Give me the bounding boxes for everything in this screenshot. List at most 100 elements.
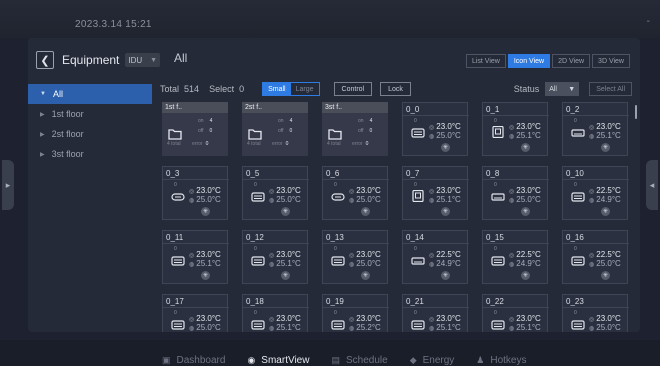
device-card[interactable]: 0_3 0 ◎ 23.0°C ◍ 25.0°C ✳ xyxy=(162,166,229,220)
device-name: 0_18 xyxy=(246,297,264,306)
device-card[interactable]: 0_16 0 ◎ 22.5°C ◍ 25.0°C ✳ xyxy=(562,230,629,284)
select-all-button[interactable]: Select All xyxy=(589,82,632,96)
nav-label: Dashboard xyxy=(176,354,226,366)
device-card[interactable]: 0_0 0 ◎ 23.0°C ◍ 25.0°C ✳ xyxy=(402,102,469,156)
schedule-icon: ▤ xyxy=(331,354,340,365)
room-temperature: ◍ 25.0°C xyxy=(509,195,541,204)
set-temperature: ◎ 23.0°C xyxy=(349,250,381,259)
room-temperature: ◍ 25.0°C xyxy=(589,259,621,268)
lock-button[interactable]: Lock xyxy=(380,82,411,96)
equipment-type-select[interactable]: IDU ▼ xyxy=(125,53,161,67)
device-name: 0_3 xyxy=(166,169,180,178)
status-select[interactable]: All ▼ xyxy=(545,82,580,96)
device-card[interactable]: 0_190◎23.0°C◍25.2°C✳ xyxy=(322,294,389,332)
room-temperature-value: 25.2°C xyxy=(356,323,381,332)
tree-item-3st-floor[interactable]: ▶ 3st floor xyxy=(28,144,152,164)
room-temperature-value: 25.1°C xyxy=(436,323,461,332)
device-card[interactable]: 0_8 0 ◎ 23.0°C ◍ 25.0°C ✳ xyxy=(482,166,549,220)
size-large-button[interactable]: Large xyxy=(291,83,319,95)
device-card[interactable]: 0_180◎23.0°C◍25.1°C✳ xyxy=(242,294,309,332)
room-temperature-value: 25.1°C xyxy=(516,323,541,332)
nav-energy[interactable]: ◆ Energy xyxy=(410,355,455,366)
card-divider xyxy=(163,307,229,308)
group-card[interactable]: 1st f.. on 4 off 0 4 total error 0 xyxy=(162,102,228,156)
nav-label: SmartView xyxy=(261,354,310,366)
device-name: 0_5 xyxy=(246,169,260,178)
ac-unit-icon xyxy=(331,253,345,266)
left-drawer-handle[interactable]: ▸ xyxy=(2,160,14,210)
room-temperature-value: 25.0°C xyxy=(596,259,621,268)
device-name: 0_8 xyxy=(486,169,500,178)
chevron-right-icon: ▸ xyxy=(5,179,11,190)
device-card[interactable]: 0_170◎23.0°C◍25.0°C✳ xyxy=(162,294,229,332)
device-card[interactable]: 0_11 0 ◎ 23.0°C ◍ 25.1°C ✳ xyxy=(162,230,229,284)
group-on-value: 4 xyxy=(369,118,373,124)
card-divider xyxy=(323,243,389,244)
set-temperature: ◎ 23.0°C xyxy=(509,122,541,131)
tree-item-label: 1st floor xyxy=(51,109,84,119)
device-card[interactable]: 0_12 0 ◎ 23.0°C ◍ 25.1°C ✳ xyxy=(242,230,309,284)
room-temp-icon: ◍ xyxy=(189,262,195,268)
device-card[interactable]: 0_10 0 ◎ 22.5°C ◍ 24.9°C ✳ xyxy=(562,166,629,220)
device-card[interactable]: 0_15 0 ◎ 22.5°C ◍ 24.9°C ✳ xyxy=(482,230,549,284)
set-temperature: ◎ 23.0°C xyxy=(269,250,301,259)
device-card[interactable]: 0_6 0 ◎ 23.0°C ◍ 25.0°C ✳ xyxy=(322,166,389,220)
set-temperature: ◎ 23.0°C xyxy=(589,122,621,131)
nav-label: Energy xyxy=(422,354,455,366)
room-temp-icon: ◍ xyxy=(429,262,435,268)
window-minimize[interactable]: - xyxy=(647,16,650,27)
ac-unit-icon xyxy=(411,125,425,138)
status-filter: Status All ▼ Select All xyxy=(514,82,632,96)
set-temperature-value: 23.0°C xyxy=(356,186,381,195)
panel-header: ❮ Equipment IDU ▼ xyxy=(36,50,161,70)
tree-item-all[interactable]: ▼ All xyxy=(28,84,152,104)
grid-scrollbar[interactable] xyxy=(635,105,637,119)
tab-2d-view[interactable]: 2D View xyxy=(552,54,591,68)
select-value: 0 xyxy=(239,84,245,94)
room-temperature-value: 25.0°C xyxy=(516,195,541,204)
device-card[interactable]: 0_7 0 ◎ 23.0°C ◍ 25.1°C ✳ xyxy=(402,166,469,220)
room-temperature: ◍ 25.1°C xyxy=(589,131,621,140)
right-drawer-handle[interactable]: ◂ xyxy=(646,160,658,210)
tab-icon-view[interactable]: Icon View xyxy=(507,54,551,68)
device-card[interactable]: 0_14 0 ◎ 22.5°C ◍ 24.9°C ✳ xyxy=(402,230,469,284)
group-error-count: error 0 xyxy=(352,141,368,147)
device-card[interactable]: 0_210◎23.0°C◍25.1°C✳ xyxy=(402,294,469,332)
card-divider xyxy=(483,115,549,116)
tab-list-view[interactable]: List View xyxy=(465,54,506,68)
room-temperature: ◍ 25.0°C xyxy=(429,131,461,140)
group-card[interactable]: 3st f.. on 4 off 0 4 total error 0 xyxy=(322,102,388,156)
room-temp-icon: ◍ xyxy=(349,262,355,268)
device-card[interactable]: 0_13 0 ◎ 23.0°C ◍ 25.0°C ✳ xyxy=(322,230,389,284)
card-divider xyxy=(483,179,549,180)
set-temperature: ◎ 22.5°C xyxy=(589,250,621,259)
tree-item-1st-floor[interactable]: ▶ 1st floor xyxy=(28,104,152,124)
size-small-button[interactable]: Small xyxy=(263,83,291,95)
energy-icon: ◆ xyxy=(409,354,417,365)
device-icon-caption: 0 xyxy=(414,246,417,252)
device-card[interactable]: 0_230◎23.0°C◍25.0°C✳ xyxy=(562,294,629,332)
tree-item-2st-floor[interactable]: ▶ 2st floor xyxy=(28,124,152,144)
control-button[interactable]: Control xyxy=(333,82,373,96)
device-card[interactable]: 0_5 0 ◎ 23.0°C ◍ 25.0°C ✳ xyxy=(242,166,309,220)
nav-label: Hotkeys xyxy=(490,354,527,366)
room-temperature-value: 25.0°C xyxy=(596,323,621,332)
fan-mode-icon: ✳ xyxy=(521,207,530,216)
device-card[interactable]: 0_2 0 ◎ 23.0°C ◍ 25.1°C ✳ xyxy=(562,102,629,156)
group-card[interactable]: 2st f.. on 4 off 0 4 total error 0 xyxy=(242,102,308,156)
device-card[interactable]: 0_220◎23.0°C◍25.1°C✳ xyxy=(482,294,549,332)
set-temperature: ◎ 23.0°C xyxy=(269,186,301,195)
room-temperature: ◍ 25.0°C xyxy=(189,323,221,332)
device-name: 0_6 xyxy=(326,169,340,178)
tab-3d-view[interactable]: 3D View xyxy=(592,54,630,68)
set-temperature: ◎ 23.0°C xyxy=(429,186,461,195)
nav-hotkeys[interactable]: ♟ Hotkeys xyxy=(476,355,526,366)
group-off-value: 0 xyxy=(209,128,213,134)
nav-dashboard[interactable]: ▣ Dashboard xyxy=(162,355,225,366)
room-temp-icon: ◍ xyxy=(429,134,435,140)
nav-smartview[interactable]: ◉ SmartView xyxy=(247,355,309,366)
set-temperature-value: 23.0°C xyxy=(516,122,541,131)
nav-schedule[interactable]: ▤ Schedule xyxy=(331,355,387,366)
back-button[interactable]: ❮ xyxy=(36,51,54,69)
device-card[interactable]: 0_1 0 ◎ 23.0°C ◍ 25.1°C ✳ xyxy=(482,102,549,156)
